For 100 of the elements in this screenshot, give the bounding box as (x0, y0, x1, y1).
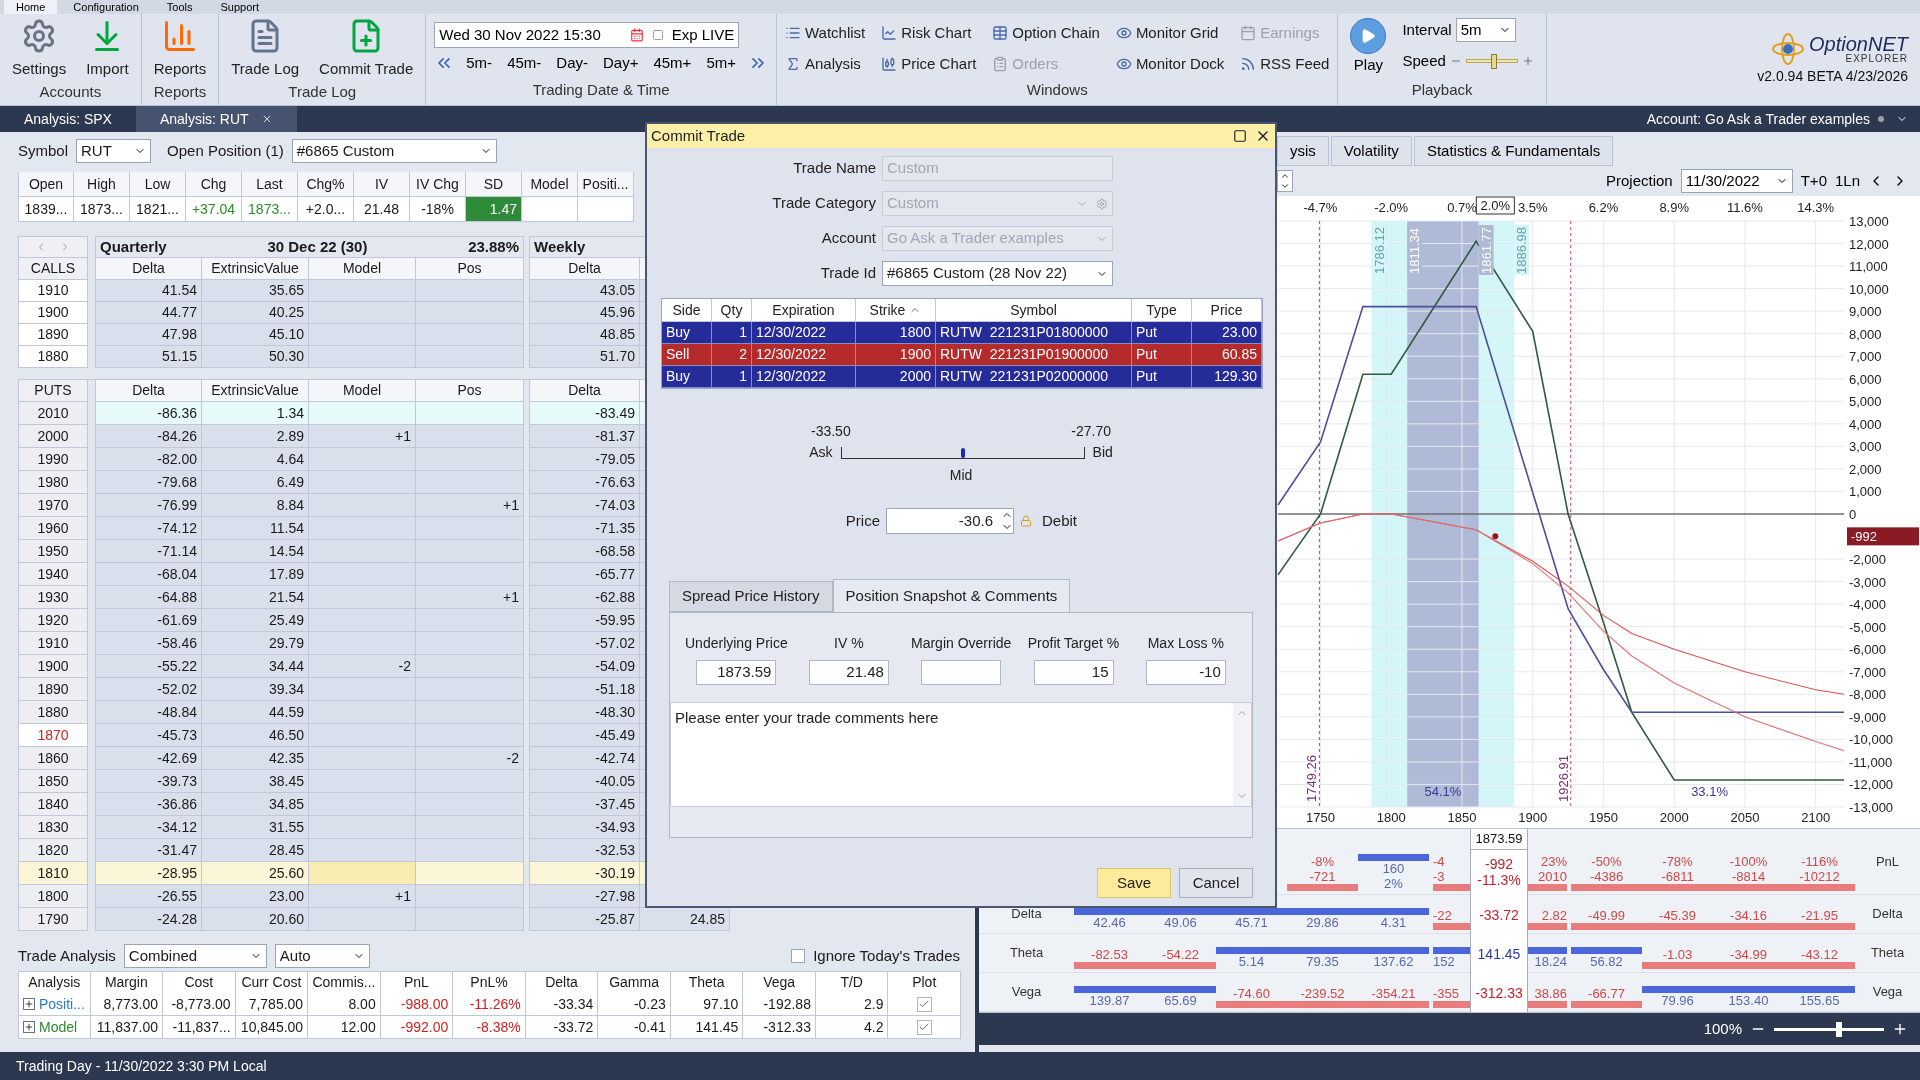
y-tick-label: 9,000 (1849, 304, 1882, 320)
column-header: Pos (416, 258, 524, 280)
interval-select[interactable]: 5m (1455, 18, 1516, 42)
time-step-button[interactable]: Day+ (600, 52, 642, 75)
table-icon (992, 25, 1009, 42)
current-greek-value: 141.45 (1477, 945, 1521, 962)
ribbon-button[interactable]: Trade Log (227, 18, 304, 81)
panel-tab[interactable]: ysis (1277, 136, 1329, 166)
document-tab[interactable]: Analysis: RUT (135, 106, 297, 132)
expiry-iv-label: 23.88% (468, 236, 519, 257)
document-tab[interactable]: Analysis: SPX (0, 106, 136, 132)
window-button[interactable]: Price Chart (881, 52, 977, 75)
column-header: ExtrinsicValue (202, 258, 309, 280)
leg-row[interactable]: Buy 1 12/30/2022 2000 RUTW 221231P02000000 Put 129.30 (662, 366, 1262, 388)
strike-cell: 1910 (18, 280, 88, 302)
y-tick-label: 0 (1849, 507, 1857, 522)
window-button[interactable]: Analysis (785, 52, 866, 75)
zoom-slider[interactable] (1774, 1021, 1884, 1037)
check-icon (918, 998, 931, 1010)
leg-cell: 129.30 (1192, 366, 1262, 388)
date-time-field[interactable]: Wed 30 Nov 2022 15:30 Exp LIVE (434, 22, 740, 48)
leg-cell: 12/30/2022 (752, 366, 856, 388)
time-step-button[interactable]: 5m- (463, 52, 496, 75)
window-button[interactable]: Risk Chart (881, 22, 977, 45)
dialog-button[interactable]: Cancel (1179, 868, 1253, 898)
spinner-control[interactable] (1277, 170, 1293, 192)
dialog-tab[interactable]: Spread Price History (669, 581, 833, 612)
ribbon-button[interactable]: Commit Trade (315, 18, 418, 81)
menu-tab[interactable]: Support (208, 0, 271, 14)
dialog-tab[interactable]: Position Snapshot & Comments (832, 579, 1071, 612)
column-header: High (74, 172, 130, 197)
time-step-button[interactable]: 45m- (504, 52, 545, 75)
time-step-button[interactable]: 5m+ (703, 52, 739, 75)
slider-thumb[interactable] (1491, 53, 1498, 69)
ribbon-button[interactable]: Reports (149, 18, 211, 81)
time-step-button[interactable]: 45m+ (650, 52, 695, 75)
delta-cell: 51.15 (95, 346, 202, 368)
play-button[interactable]: Play (1350, 18, 1387, 77)
column-header: Delta (529, 380, 640, 402)
plot-checkbox[interactable] (916, 996, 932, 1012)
input-field[interactable]: 21.48 (808, 660, 889, 685)
plot-checkbox[interactable] (916, 1019, 932, 1035)
input-field[interactable]: -10 (1145, 660, 1226, 685)
symbol-select[interactable]: RUT (76, 139, 152, 163)
window-button[interactable]: Monitor Grid (1115, 22, 1225, 45)
panel-tab[interactable]: Volatility (1330, 136, 1412, 166)
logo-name: OptionNET (1809, 34, 1908, 54)
menu-tab[interactable]: Home (4, 0, 58, 14)
maximize-icon[interactable] (1233, 129, 1247, 143)
leg-row[interactable]: Buy 1 12/30/2022 1800 RUTW 221231P01800000 Put 23.00 (662, 322, 1262, 344)
menu-tab[interactable]: Configuration (61, 0, 151, 14)
price-range-track[interactable] (840, 446, 1085, 459)
weekly-delta-cell: -25.87 (529, 908, 640, 931)
strike-cell: 1860 (18, 747, 88, 770)
snapshot-label: Margin Override (911, 634, 1012, 653)
window-button[interactable]: RSS Feed (1240, 52, 1330, 75)
input-field[interactable]: 15 (1033, 660, 1114, 685)
model-cell: +1 (309, 425, 416, 448)
greek-value: 42.46 (1093, 915, 1126, 930)
projection-date-select[interactable]: 11/30/2022 (1680, 169, 1793, 193)
window-button[interactable]: Monitor Dock (1115, 52, 1225, 75)
expand-icon[interactable] (23, 1021, 35, 1033)
greek-value: 18.24 (1534, 954, 1567, 969)
greek-value: 139.87 (1089, 993, 1130, 1008)
input-field[interactable] (921, 660, 1002, 685)
ribbon-button[interactable]: Settings (8, 18, 71, 81)
play-icon (1350, 18, 1387, 54)
ribbon-button[interactable]: Import (82, 18, 133, 81)
zoom-in-icon[interactable] (1892, 1021, 1908, 1037)
price-field[interactable]: -30.6 (886, 508, 1014, 534)
table-cell: -0.41 (598, 1016, 671, 1039)
zoom-thumb[interactable] (1836, 1021, 1843, 1037)
leg-row[interactable]: Sell 2 12/30/2022 1900 RUTW 221231P01900000 Put 60.85 (662, 344, 1262, 366)
select-field[interactable]: #6865 Custom (28 Nov 22) (882, 261, 1113, 286)
time-step-button[interactable]: Day- (553, 52, 591, 75)
ask-value: -33.50 (811, 422, 851, 441)
mid-price-thumb[interactable] (960, 447, 965, 458)
speed-slider[interactable] (1465, 53, 1518, 69)
strike-cell: 1810 (18, 862, 88, 885)
ignore-trades-checkbox[interactable] (791, 949, 806, 963)
window-button[interactable]: Watchlist (785, 22, 866, 45)
greek-label: Vega (1011, 983, 1042, 1002)
position-select[interactable]: #6865 Custom (291, 139, 497, 163)
weekly-delta-cell: -62.88 (529, 586, 640, 609)
dialog-button[interactable]: Save (1097, 868, 1171, 898)
expand-icon[interactable] (23, 998, 35, 1010)
delta-cell: -42.69 (95, 747, 202, 770)
analysis-mode-select[interactable]: Combined (123, 944, 267, 968)
menu-tab[interactable]: Tools (154, 0, 205, 14)
analysis-scale-select[interactable]: Auto (274, 944, 370, 968)
window-button[interactable]: Option Chain (992, 22, 1100, 45)
y-tick-label: -3,000 (1849, 574, 1886, 590)
panel-tab[interactable]: Statistics & Fundamentals (1413, 136, 1614, 166)
delta-cell: -26.55 (95, 885, 202, 908)
quote-cell: 21.48 (354, 197, 410, 222)
greek-value: -74.60 (1233, 986, 1270, 1001)
input-field[interactable]: 1873.59 (696, 660, 777, 685)
plus-icon[interactable] (1521, 55, 1534, 68)
greek-value: -3 (1433, 869, 1445, 884)
x-tick-label: 1750 (1306, 810, 1335, 825)
